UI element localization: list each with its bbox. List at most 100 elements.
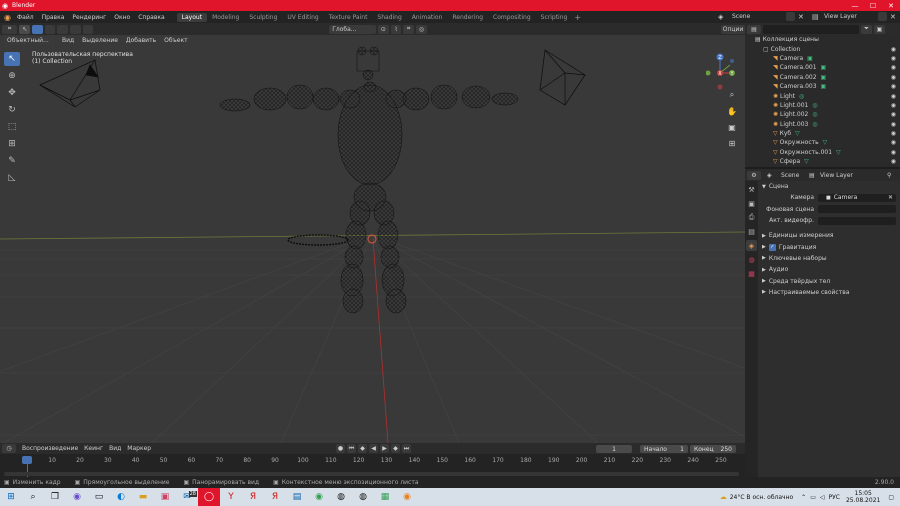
proportional-edit-icon[interactable]: ◎ <box>416 24 428 34</box>
yandex-browser-icon[interactable]: Я <box>242 488 264 506</box>
select-mode-invert-icon[interactable] <box>70 24 81 34</box>
view-layer-tab-icon[interactable]: ▤ <box>746 226 757 237</box>
file-icon[interactable]: ▤ <box>286 488 308 506</box>
tool-tab-icon[interactable]: ⚒ <box>746 184 757 195</box>
zoom-icon[interactable]: ⌕ <box>726 89 738 101</box>
clear-camera-icon[interactable]: ✕ <box>888 194 893 201</box>
visibility-eye-icon[interactable]: ◉ <box>891 158 896 165</box>
render-tab-icon[interactable]: ▣ <box>746 198 757 209</box>
object-data-icon[interactable]: ▣ <box>821 64 827 71</box>
new-view-layer-button[interactable] <box>878 12 887 21</box>
widgets-icon[interactable]: ▭ <box>88 488 110 506</box>
camera-field[interactable]: ■ Camera ✕ <box>818 193 896 202</box>
workspace-tab[interactable]: UV Editing <box>282 13 323 22</box>
object-data-icon[interactable]: ◎ <box>812 121 817 128</box>
object-data-icon[interactable]: ◎ <box>799 93 804 100</box>
viewport-menu-item[interactable]: Объект <box>160 37 191 44</box>
options-dropdown[interactable]: Опции <box>721 24 746 34</box>
snap-icon[interactable]: ⌇ <box>390 24 402 34</box>
viewport-menu-item[interactable]: Вид <box>58 37 78 44</box>
object-data-icon[interactable]: ▣ <box>807 55 813 62</box>
playback-menu[interactable]: Воспроизведение <box>22 445 78 452</box>
props-pin-icon[interactable]: ⚲ <box>887 172 891 179</box>
visibility-eye-icon[interactable]: ◉ <box>891 111 896 118</box>
close-view-layer-icon[interactable]: ✕ <box>890 13 896 21</box>
outliner-item[interactable]: ✺ Light.002 ◎ ◉ <box>745 110 900 119</box>
network-icon[interactable]: ▭ <box>810 494 816 501</box>
jump-end-icon[interactable]: ⏭ <box>402 444 411 453</box>
menu-item[interactable]: Файл <box>13 14 38 21</box>
outliner-item[interactable]: ▽ Куб ▽ ◉ <box>745 129 900 138</box>
measure-tool[interactable]: ◺ <box>4 171 20 185</box>
bg-scene-field[interactable] <box>818 205 896 214</box>
gizmo-neg-z-icon[interactable] <box>730 59 734 63</box>
navigation-gizmo[interactable]: Z X Y <box>706 53 742 93</box>
play-icon[interactable]: ▶ <box>380 444 389 453</box>
outliner-root[interactable]: ▤ Коллекция сцены <box>745 35 900 44</box>
visibility-eye-icon[interactable]: ◉ <box>891 121 896 128</box>
blender-taskbar-icon[interactable]: ◉ <box>396 488 418 506</box>
outliner-item[interactable]: ▽ Окружность.001 ▽ ◉ <box>745 148 900 157</box>
yandex-music-icon[interactable]: Я <box>264 488 286 506</box>
blender-menu-icon[interactable]: ◉ <box>4 13 11 22</box>
visibility-eye-icon[interactable]: ◉ <box>891 83 896 90</box>
workspace-tab[interactable]: Layout <box>176 12 208 22</box>
start-frame-field[interactable]: Начало 1 <box>640 445 688 453</box>
close-scene-icon[interactable]: ✕ <box>798 13 804 21</box>
property-section[interactable]: ▶ ✓ Гравитация <box>758 241 900 252</box>
property-section[interactable]: ▶ Среда твёрдых тел <box>758 275 900 286</box>
visibility-eye-icon[interactable]: ◉ <box>891 64 896 71</box>
pivot-icon[interactable]: ⊙ <box>377 24 389 34</box>
tray-chevron-icon[interactable]: ⌃ <box>801 494 806 501</box>
circle-object[interactable] <box>287 234 349 246</box>
viewport-menu-item[interactable]: Добавить <box>122 37 160 44</box>
outliner-item[interactable]: ✺ Light ◎ ◉ <box>745 91 900 100</box>
outliner-item[interactable]: ✺ Light.001 ◎ ◉ <box>745 101 900 110</box>
viewport-canvas[interactable] <box>0 35 745 443</box>
notifications-icon[interactable]: ▢ <box>888 494 894 501</box>
select-mode-intersect-icon[interactable] <box>82 24 94 34</box>
active-clip-field[interactable] <box>818 216 896 225</box>
rotate-tool[interactable]: ↻ <box>4 103 20 117</box>
object-data-icon[interactable]: ▣ <box>821 74 827 81</box>
record-icon[interactable]: ● <box>336 444 345 453</box>
workspace-tab[interactable]: Rendering <box>447 13 488 22</box>
visibility-eye-icon[interactable]: ◉ <box>891 149 896 156</box>
keying-menu[interactable]: Кеинг <box>84 445 103 452</box>
object-data-icon[interactable]: ◎ <box>812 102 817 109</box>
transform-tool[interactable]: ⊞ <box>4 137 20 151</box>
cursor-tool[interactable]: ⊕ <box>4 69 20 83</box>
workspace-tab[interactable]: Sculpting <box>244 13 282 22</box>
end-frame-field[interactable]: Конец 250 <box>690 445 736 453</box>
explorer-icon[interactable]: ▬ <box>132 488 154 506</box>
menu-item[interactable]: Справка <box>134 14 168 21</box>
menu-item[interactable]: Окно <box>110 14 134 21</box>
gamepad-icon[interactable]: ◉ <box>308 488 330 506</box>
camera-left[interactable] <box>39 59 101 108</box>
yandex-icon[interactable]: Y <box>220 488 242 506</box>
gravity-checkbox[interactable]: ✓ <box>768 243 776 251</box>
weather-widget[interactable]: 24°C В осн. облачно <box>730 494 793 501</box>
orientation-dropdown[interactable]: Глоба... <box>329 24 376 34</box>
visibility-eye-icon[interactable]: ◉ <box>891 102 896 109</box>
select-box-tool[interactable]: ↖ <box>4 52 20 66</box>
props-view-layer-name[interactable]: View Layer <box>820 172 853 179</box>
pan-icon[interactable]: ✋ <box>726 105 738 117</box>
next-key-icon[interactable]: ◆ <box>391 444 400 453</box>
close-button[interactable]: ✕ <box>882 0 900 11</box>
annotate-tool[interactable]: ✎ <box>4 154 20 168</box>
snap-target-icon[interactable]: ⌗ <box>403 24 415 34</box>
timeline-view-menu[interactable]: Вид <box>109 445 121 452</box>
props-scene-name[interactable]: Scene <box>781 172 799 179</box>
object-data-icon[interactable]: ▽ <box>804 158 809 165</box>
gizmo-neg-x-icon[interactable] <box>717 84 723 90</box>
volume-icon[interactable]: ◁ <box>820 494 825 501</box>
store-icon[interactable]: ▣ <box>154 488 176 506</box>
object-data-icon[interactable]: ▽ <box>823 139 828 146</box>
move-tool[interactable]: ✥ <box>4 86 20 100</box>
ortho-toggle-icon[interactable]: ⊞ <box>726 137 738 149</box>
select-mode-new-icon[interactable] <box>32 24 43 34</box>
start-icon[interactable]: ⊞ <box>0 488 22 506</box>
workspace-tab[interactable]: Shading <box>372 13 406 22</box>
playhead[interactable] <box>22 456 32 464</box>
